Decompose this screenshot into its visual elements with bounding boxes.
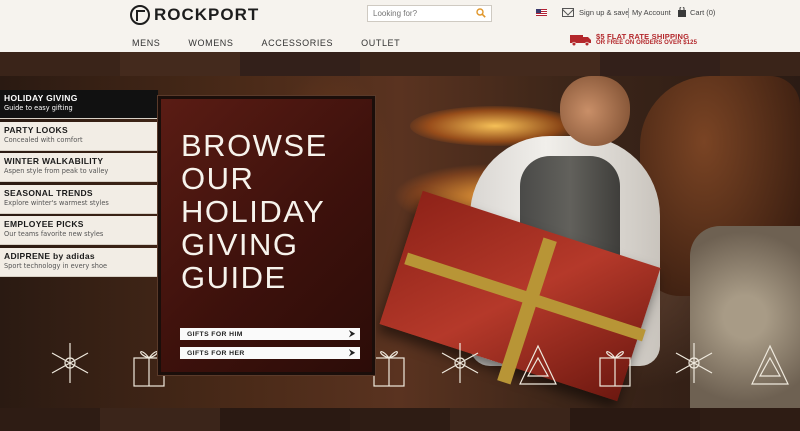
double-arrow-icon: ⮞ [349,329,355,338]
tab-title: PARTY LOOKS [4,124,68,135]
main-nav: MENS WOMENS ACCESSORIES OUTLET [132,38,428,48]
rockport-logo[interactable]: ROCKPORT [130,5,259,25]
cart-link[interactable]: Cart (0) [690,8,715,17]
shipping-promo[interactable]: $5 FLAT RATE SHIPPING OR FREE ON ORDERS … [570,33,697,47]
holiday-guide-promo: BROWSE OUR HOLIDAY GIVING GUIDE GIFTS FO… [158,96,375,375]
envelope-icon [562,8,574,17]
double-arrow-icon: ⮞ [349,348,355,357]
tab-party-looks[interactable]: PARTY LOOKS Concealed with comfort [0,121,158,151]
tab-subtitle: Explore winter's warmest styles [4,198,109,207]
delivery-truck-icon [570,35,591,46]
rockport-logo-icon [130,5,150,25]
button-label: GIFTS FOR HIM [187,330,243,338]
tab-title: SEASONAL TRENDS [4,187,93,198]
tab-subtitle: Our teams favorite new styles [4,230,104,238]
utility-divider [628,8,629,18]
promo-heading: BROWSE OUR HOLIDAY GIVING GUIDE [181,128,328,295]
button-label: GIFTS FOR HER [187,349,245,357]
tab-subtitle: Sport technology in every shoe [4,261,108,270]
man-head [560,76,630,146]
gift-doodle-icon [373,351,405,387]
nav-mens[interactable]: MENS [132,38,160,48]
gift-doodle-icon [599,351,631,387]
tree-doodle-icon [751,344,789,385]
gifts-for-her-button[interactable]: GIFTS FOR HER ⮞ [180,347,360,359]
nav-accessories[interactable]: ACCESSORIES [262,38,334,48]
feature-tabs: HOLIDAY GIVING Guide to easy gifting PAR… [0,90,158,279]
tab-employee-picks[interactable]: EMPLOYEE PICKS Our teams favorite new st… [0,216,158,245]
site-header: ROCKPORT Sign up & save My Account Cart … [0,0,800,52]
snowflake-icon [675,343,713,383]
nav-womens[interactable]: WOMENS [188,38,233,48]
tab-seasonal-trends[interactable]: SEASONAL TRENDS Explore winter's warmest… [0,184,158,214]
tab-title: HOLIDAY GIVING [4,93,78,103]
tab-subtitle: Aspen style from peak to valley [4,167,109,175]
nav-outlet[interactable]: OUTLET [361,38,400,48]
shipping-line-1: $5 FLAT RATE SHIPPING [596,32,690,41]
tab-title: WINTER WALKABILITY [4,156,104,166]
shopping-bag-icon[interactable] [677,7,687,17]
tree-doodle-icon [519,344,557,385]
gifts-for-him-button[interactable]: GIFTS FOR HIM ⮞ [180,328,360,340]
tab-holiday-giving[interactable]: HOLIDAY GIVING Guide to easy gifting [0,90,158,119]
wood-banner-bottom [0,408,800,431]
search-input[interactable] [368,9,468,18]
tab-adiprene[interactable]: ADIPRENE by adidas Sport technology in e… [0,247,158,277]
shipping-text: $5 FLAT RATE SHIPPING OR FREE ON ORDERS … [596,33,697,47]
search-box [367,5,492,22]
tab-subtitle: Concealed with comfort [4,135,83,144]
logo-text: ROCKPORT [154,5,260,24]
tab-subtitle: Guide to easy gifting [4,104,73,112]
us-flag-icon[interactable] [536,9,547,16]
my-account-link[interactable]: My Account [632,8,671,17]
signup-link[interactable]: Sign up & save [579,8,629,17]
search-icon[interactable] [476,8,486,18]
snowflake-icon [51,343,89,383]
snowflake-icon [441,343,479,383]
tab-title: EMPLOYEE PICKS [4,219,84,229]
tab-title: ADIPRENE by adidas [4,250,95,261]
shipping-line-2: OR FREE ON ORDERS OVER $125 [596,40,698,46]
tab-winter-walkability[interactable]: WINTER WALKABILITY Aspen style from peak… [0,153,158,182]
wood-banner-top [0,52,800,78]
